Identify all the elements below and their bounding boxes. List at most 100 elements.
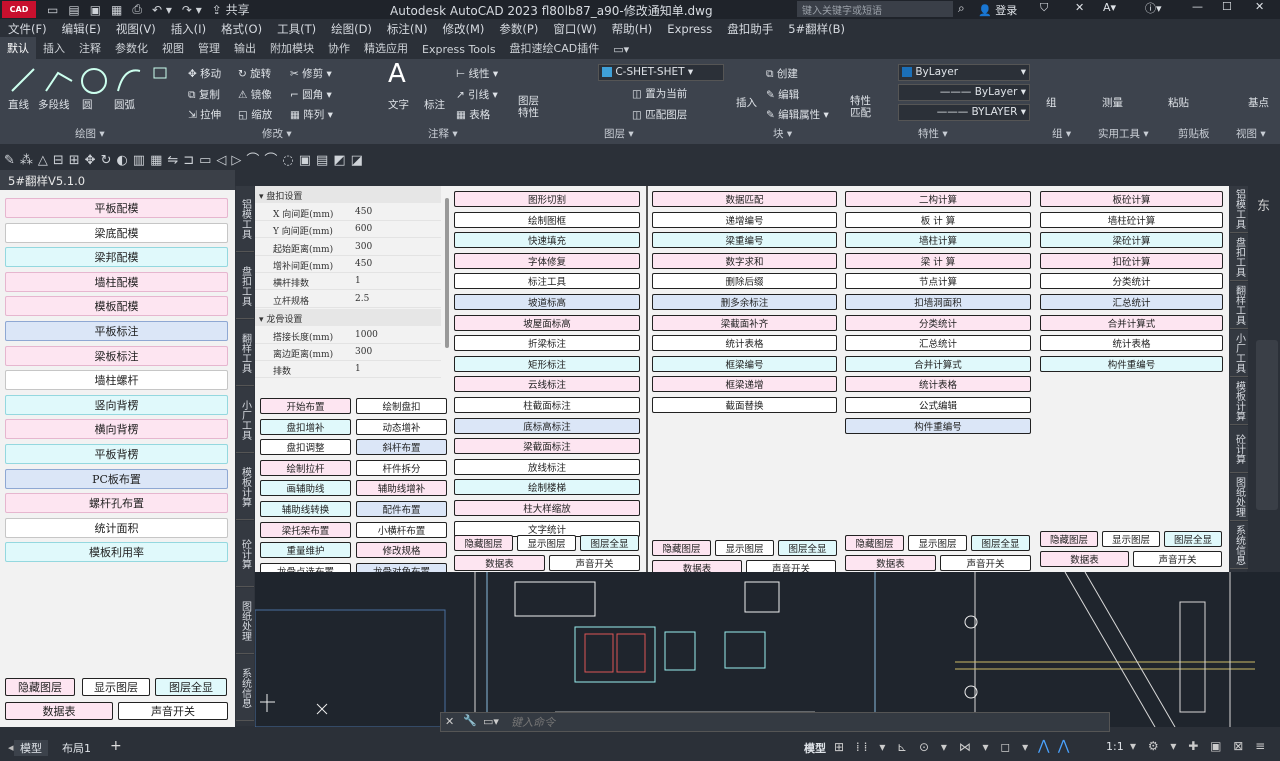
ribbon-tab[interactable]: 附加模块 xyxy=(263,37,321,59)
settings-row[interactable]: Y 向间距(mm) 600 xyxy=(255,221,441,239)
menu-item[interactable]: 盘扣助手 xyxy=(727,21,773,37)
col-b-button[interactable]: 截面替换 xyxy=(652,397,837,413)
color-dropdown[interactable]: ByLayer ▾ xyxy=(898,64,1030,81)
pankou-button[interactable]: 重量维护 xyxy=(260,542,351,559)
redo-icon[interactable]: ↷ ▾ xyxy=(182,3,202,17)
match-layer-button[interactable]: ◫ 匹配图层 xyxy=(632,107,687,122)
col-b-button[interactable]: 递增编号 xyxy=(652,211,837,228)
col-b-button[interactable]: 删多余标注 xyxy=(652,294,837,310)
measure-button[interactable]: 测量 xyxy=(1102,95,1123,110)
side-tab[interactable]: 小厂工具 xyxy=(236,387,254,453)
customize-cmd-icon[interactable]: 🔧 xyxy=(463,714,477,727)
pankou-button[interactable]: 梁托架布置 xyxy=(260,521,351,538)
col-c-footer-button[interactable]: 显示图层 xyxy=(908,535,967,551)
settings-row[interactable]: 排数 1 xyxy=(255,361,441,379)
linetype-dropdown[interactable]: ——— ByLayer ▾ xyxy=(898,84,1030,101)
annotation-visibility-icons[interactable]: ⋀ ⋀ xyxy=(1038,738,1071,754)
ribbon-tab[interactable]: 插入 xyxy=(36,37,72,59)
settings-row[interactable]: X 向间距(mm) 450 xyxy=(255,204,441,221)
col-c-footer-button[interactable]: 隐藏图层 xyxy=(845,535,904,551)
move-tool[interactable]: ✥ 移动 xyxy=(188,66,221,81)
panel-button[interactable]: 梁邦配模 xyxy=(5,247,228,268)
col-a-footer-button[interactable]: 声音开关 xyxy=(549,555,640,571)
panel-button[interactable]: 模板利用率 xyxy=(5,542,228,563)
fillet-tool[interactable]: ⌐ 圆角 ▾ xyxy=(290,87,332,102)
col-c-footer-button[interactable]: 图层全显 xyxy=(971,535,1030,551)
col-b-button[interactable]: 框梁递增 xyxy=(652,376,837,393)
panel-footer-button[interactable]: 显示图层 xyxy=(82,678,150,696)
col-c-button[interactable]: 扣墙洞面积 xyxy=(845,294,1031,310)
minimize-button[interactable]: — xyxy=(1192,0,1203,13)
side-tab[interactable]: 模板计算 xyxy=(236,454,254,520)
insert-block-button[interactable]: 插入 xyxy=(736,95,757,110)
setting-value[interactable]: 1 xyxy=(355,276,361,286)
col-b-button[interactable]: 框梁编号 xyxy=(652,355,837,372)
pankou-button[interactable]: 盘扣增补 xyxy=(260,418,351,435)
save-icon[interactable]: ▣ xyxy=(90,3,101,17)
col-a-button[interactable]: 云线标注 xyxy=(454,376,640,393)
col-a-button[interactable]: 放线标注 xyxy=(454,458,640,475)
col-c-button[interactable]: 节点计算 xyxy=(845,273,1031,290)
autodesk-a360-icon[interactable]: A▾ xyxy=(1103,1,1116,14)
col-a-button[interactable]: 绘制楼梯 xyxy=(454,479,640,496)
col-b-footer-button[interactable]: 图层全显 xyxy=(778,540,837,556)
command-line[interactable]: ✕ 🔧 ▭▾ xyxy=(440,712,1110,732)
col-a-button[interactable]: 标注工具 xyxy=(454,273,640,290)
scale-tool[interactable]: ◱ 缩放 xyxy=(238,107,272,122)
copy-tool[interactable]: ⧉ 复制 xyxy=(188,87,220,102)
cart-icon[interactable]: ⛉ xyxy=(1040,1,1048,15)
ribbon-tab[interactable]: 盘扣速绘CAD插件 xyxy=(503,37,607,59)
side-tab[interactable]: 图纸处理 xyxy=(1230,474,1248,521)
command-input[interactable] xyxy=(511,714,1101,730)
menu-item[interactable]: 窗口(W) xyxy=(553,21,596,37)
col-b-button[interactable]: 数据匹配 xyxy=(652,191,837,207)
array-tool[interactable]: ▦ 阵列 ▾ xyxy=(290,107,333,122)
col-d-footer-button[interactable]: 隐藏图层 xyxy=(1040,531,1098,547)
lineweight-dropdown[interactable]: ——— BYLAYER ▾ xyxy=(898,104,1030,121)
search-input[interactable]: 键入关键字或短语 xyxy=(797,1,953,17)
col-c-button[interactable]: 梁 计 算 xyxy=(845,252,1031,269)
save-as-icon[interactable]: ▦ xyxy=(111,3,122,17)
close-button[interactable]: ✕ xyxy=(1255,0,1264,13)
viewcube-east-label[interactable]: 东 xyxy=(1257,195,1270,214)
pankou-button[interactable]: 辅助线转换 xyxy=(260,501,351,517)
col-d-footer-button[interactable]: 数据表 xyxy=(1040,551,1129,567)
table-tool[interactable]: ▦ 表格 xyxy=(456,107,490,122)
setting-value[interactable]: 450 xyxy=(355,259,372,269)
recent-cmd-icon[interactable]: ▭▾ xyxy=(483,715,499,728)
pankou-button[interactable]: 斜杆布置 xyxy=(356,439,447,456)
ribbon-tab[interactable]: 参数化 xyxy=(108,37,155,59)
pankou-button[interactable]: 绘制拉杆 xyxy=(260,459,351,476)
side-tab[interactable]: 盘扣工具 xyxy=(1230,234,1248,281)
mirror-tool[interactable]: ⚠ 镜像 xyxy=(238,87,272,102)
col-a-button[interactable]: 绘制图框 xyxy=(454,211,640,228)
col-b-button[interactable]: 数字求和 xyxy=(652,252,837,269)
side-tab[interactable]: 盘扣工具 xyxy=(236,253,254,319)
menu-item[interactable]: 绘图(D) xyxy=(331,21,372,37)
ribbon-tab[interactable]: 注释 xyxy=(72,37,108,59)
panel-button[interactable]: 模板配模 xyxy=(5,296,228,317)
drawing-canvas[interactable] xyxy=(255,572,1280,727)
col-c-button[interactable]: 汇总统计 xyxy=(845,335,1031,352)
col-c-button[interactable]: 合并计算式 xyxy=(845,355,1031,372)
pankou-button[interactable]: 画辅助线 xyxy=(260,480,351,497)
ribbon-tab[interactable]: 默认 xyxy=(0,37,36,59)
panel-button[interactable]: 横向背楞 xyxy=(5,419,228,440)
ribbon-tab[interactable]: Express Tools xyxy=(415,40,503,59)
settings-row[interactable]: 增补间距(mm) 450 xyxy=(255,256,441,273)
menu-item[interactable]: 标注(N) xyxy=(387,21,428,37)
side-tab[interactable]: 系统信息 xyxy=(1230,522,1248,569)
setting-value[interactable]: 300 xyxy=(355,347,372,357)
col-a-footer-button[interactable]: 隐藏图层 xyxy=(454,535,513,551)
menu-item[interactable]: 编辑(E) xyxy=(62,21,101,37)
side-tab[interactable]: 翻样工具 xyxy=(1230,282,1248,329)
side-tab[interactable]: 翻样工具 xyxy=(236,320,254,386)
share-button[interactable]: ⇪ 共享 xyxy=(212,1,250,18)
col-a-footer-button[interactable]: 数据表 xyxy=(454,555,545,571)
pankou-button[interactable]: 动态增补 xyxy=(356,418,447,435)
match-properties-button[interactable]: 特性匹配 xyxy=(850,95,876,119)
menu-item[interactable]: 参数(P) xyxy=(499,21,538,37)
col-c-button[interactable]: 构件重编号 xyxy=(845,417,1031,434)
col-a-button[interactable]: 字体修复 xyxy=(454,252,640,269)
panel-footer-button[interactable]: 图层全显 xyxy=(155,678,227,696)
